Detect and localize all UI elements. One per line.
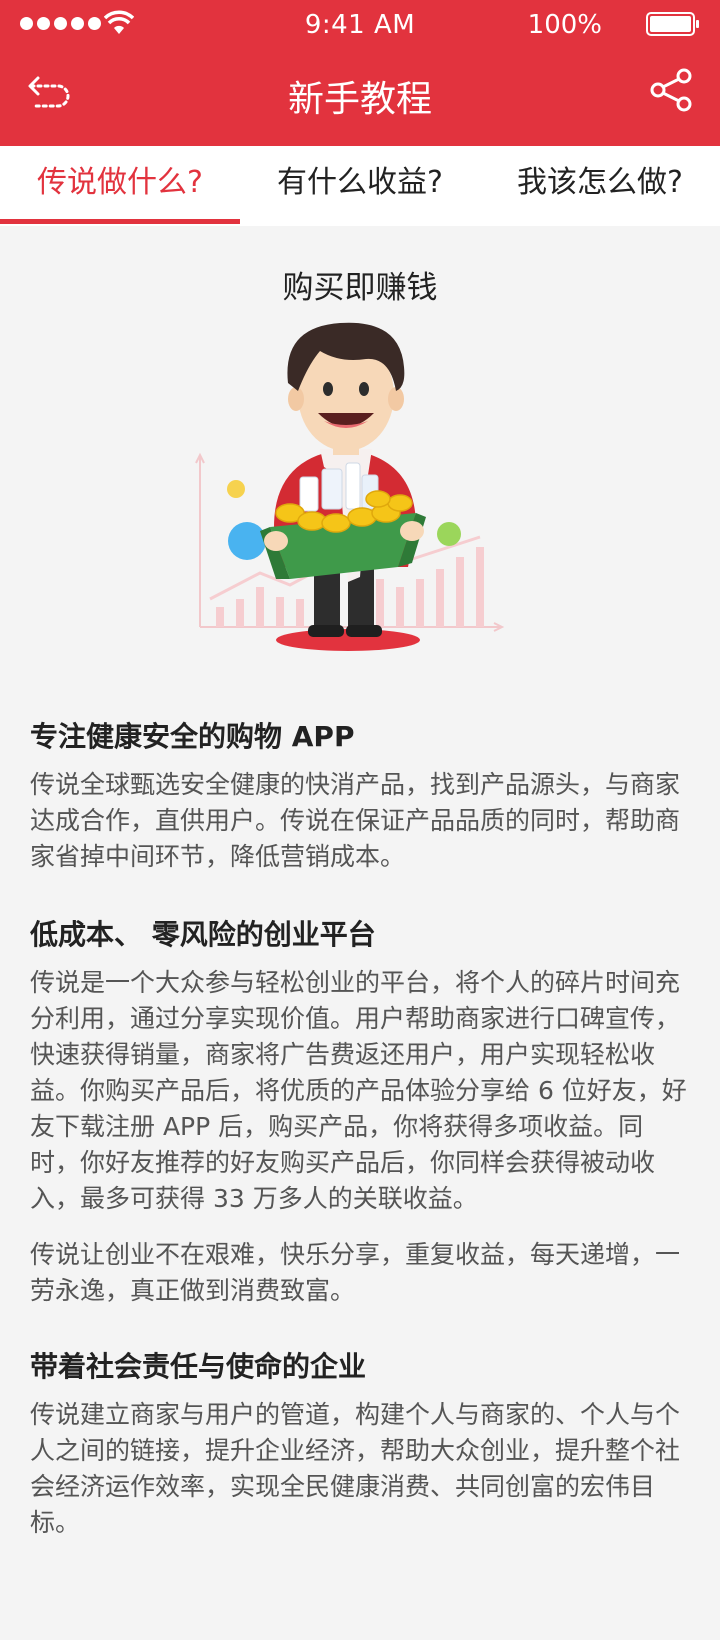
tab-what-we-do[interactable]: 传说做什么? (0, 146, 240, 226)
tab-how-to[interactable]: 我该怎么做? (480, 146, 720, 226)
section-paragraph: 传说是一个大众参与轻松创业的平台，将个人的碎片时间充分利用，通过分享实现价值。用… (30, 968, 687, 1213)
section-title: 专注健康安全的购物 APP (30, 720, 355, 753)
section-paragraph: 传说建立商家与用户的管道，构建个人与商家的、个人与个人之间的链接，提升企业经济，… (30, 1400, 681, 1537)
section-paragraph: 传说让创业不在艰难，快乐分享，重复收益，每天递增，一劳永逸，真正做到消费致富。 (30, 1240, 681, 1305)
tab-benefits[interactable]: 有什么收益? (240, 146, 480, 226)
section-title: 带着社会责任与使命的企业 (30, 1350, 367, 1383)
share-icon[interactable] (648, 66, 696, 114)
battery-icon (646, 12, 699, 36)
main-content: 购买即赚钱 专注健康安全的购物 APP 传说全球甄选安全健康的快消产品，找到产品… (0, 226, 720, 1541)
app-header: 9:41 AM 100% 新手教程 (0, 0, 720, 146)
status-time: 9:41 AM (304, 10, 416, 40)
battery-percentage: 100% (527, 10, 602, 40)
tab-bar: 传说做什么? 有什么收益? 我该怎么做? (0, 146, 720, 226)
section-social-responsibility: 带着社会责任与使命的企业 传说建立商家与用户的管道，构建个人与商家的、个人与个人… (0, 1345, 720, 1541)
hero-title: 购买即赚钱 (282, 270, 438, 306)
status-bar: 9:41 AM 100% (0, 0, 720, 48)
section-title: 低成本、 零风险的创业平台 (30, 918, 376, 951)
section-paragraph: 传说全球甄选安全健康的快消产品，找到产品源头，与商家达成合作，直供用户。传说在保… (30, 770, 681, 871)
man-holding-box-of-coins-illustration (195, 322, 505, 651)
section-startup-platform: 低成本、 零风险的创业平台 传说是一个大众参与轻松创业的平台，将个人的碎片时间充… (0, 913, 720, 1309)
section-shopping-app: 专注健康安全的购物 APP 传说全球甄选安全健康的快消产品，找到产品源头，与商家… (0, 715, 720, 875)
page-title: 新手教程 (287, 79, 432, 120)
